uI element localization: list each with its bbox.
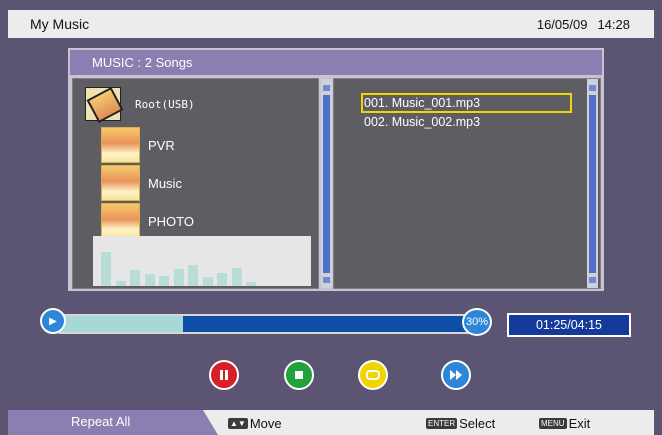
select-hint: ENTER Select bbox=[426, 416, 495, 431]
visualizer-bar bbox=[231, 268, 242, 286]
progress-percent[interactable]: 30% bbox=[462, 308, 492, 336]
repeat-icon bbox=[366, 370, 380, 380]
visualizer-bar bbox=[159, 276, 169, 286]
scrollbar-thumb[interactable] bbox=[323, 95, 330, 273]
exit-hint-label: Exit bbox=[568, 416, 591, 431]
fast-forward-button[interactable] bbox=[441, 360, 471, 390]
folder-music[interactable]: Music bbox=[101, 165, 182, 201]
music-player-screen: My Music 16/05/09 14:28 MUSIC : 2 Songs R… bbox=[0, 0, 662, 435]
folder-root[interactable]: Root(USB) bbox=[85, 87, 195, 121]
progress-track[interactable] bbox=[52, 314, 486, 334]
scrollbar-bottom-cap bbox=[589, 277, 596, 283]
bottom-bar: Repeat All ▲▼ Move ENTER Select MENU Exi… bbox=[8, 410, 654, 435]
pause-button[interactable] bbox=[209, 360, 239, 390]
folder-icon bbox=[101, 203, 140, 239]
select-hint-label: Select bbox=[459, 416, 496, 431]
audio-visualizer bbox=[93, 236, 311, 286]
enter-key-icon: ENTER bbox=[426, 418, 458, 429]
progress-fill bbox=[54, 316, 183, 332]
song-scrollbar[interactable] bbox=[587, 79, 598, 288]
visualizer-bar bbox=[188, 265, 198, 286]
folder-icon bbox=[101, 165, 140, 201]
playback-progress[interactable]: ▶ 30% bbox=[40, 308, 492, 336]
repeat-mode-label: Repeat All bbox=[71, 414, 131, 429]
song-item-1[interactable]: 001. Music_001.mp3 bbox=[361, 93, 572, 113]
move-hint: ▲▼ Move bbox=[228, 416, 282, 431]
scrollbar-top-cap bbox=[323, 85, 330, 91]
folder-photo[interactable]: PHOTO bbox=[101, 203, 194, 239]
visualizer-bar bbox=[130, 270, 140, 286]
fast-forward-icon bbox=[450, 370, 462, 380]
song-list-pane: 001. Music_001.mp3 002. Music_002.mp3 bbox=[333, 78, 601, 289]
clock: 14:28 bbox=[597, 17, 630, 32]
folder-label-pvr: PVR bbox=[148, 137, 175, 153]
usb-root-icon bbox=[85, 87, 121, 121]
visualizer-bar bbox=[115, 281, 126, 286]
app-title: My Music bbox=[30, 16, 90, 32]
folder-scrollbar[interactable] bbox=[321, 79, 332, 288]
stop-button[interactable] bbox=[284, 360, 314, 390]
date: 16/05/09 bbox=[536, 17, 588, 32]
song-item-2[interactable]: 002. Music_002.mp3 bbox=[364, 115, 480, 129]
visualizer-bar bbox=[246, 282, 256, 286]
scrollbar-bottom-cap bbox=[323, 277, 330, 283]
folder-label-photo: PHOTO bbox=[148, 213, 194, 229]
panel-title: MUSIC : 2 Songs bbox=[92, 55, 193, 70]
folder-pane: Root(USB) PVR Music PHOTO bbox=[72, 78, 332, 289]
folder-icon bbox=[101, 127, 140, 163]
visualizer-bar bbox=[173, 269, 184, 286]
scrollbar-top-cap bbox=[589, 85, 596, 91]
date-time: 16/05/09 14:28 bbox=[537, 17, 630, 32]
visualizer-bar bbox=[202, 277, 213, 286]
visualizer-bar bbox=[144, 274, 155, 286]
repeat-mode-tab[interactable]: Repeat All bbox=[8, 410, 218, 435]
pause-icon bbox=[220, 370, 228, 380]
play-icon[interactable]: ▶ bbox=[40, 308, 66, 334]
folder-pvr[interactable]: PVR bbox=[101, 127, 175, 163]
move-hint-label: Move bbox=[249, 416, 282, 431]
visualizer-bar bbox=[101, 252, 111, 286]
repeat-button[interactable] bbox=[358, 360, 388, 390]
panel-header: MUSIC : 2 Songs bbox=[70, 50, 602, 75]
folder-label-root: Root(USB) bbox=[135, 97, 195, 111]
scrollbar-thumb[interactable] bbox=[589, 95, 596, 273]
menu-key-icon: MENU bbox=[539, 418, 567, 429]
folder-label-music: Music bbox=[148, 175, 182, 191]
exit-hint: MENU Exit bbox=[539, 416, 590, 431]
visualizer-bar bbox=[217, 273, 227, 286]
arrow-keys-icon: ▲▼ bbox=[228, 418, 248, 429]
time-display: 01:25/04:15 bbox=[507, 313, 631, 337]
top-bar: My Music 16/05/09 14:28 bbox=[8, 10, 654, 38]
music-browser-panel: MUSIC : 2 Songs Root(USB) PVR Music PHOT… bbox=[68, 48, 604, 291]
stop-icon bbox=[295, 371, 303, 379]
